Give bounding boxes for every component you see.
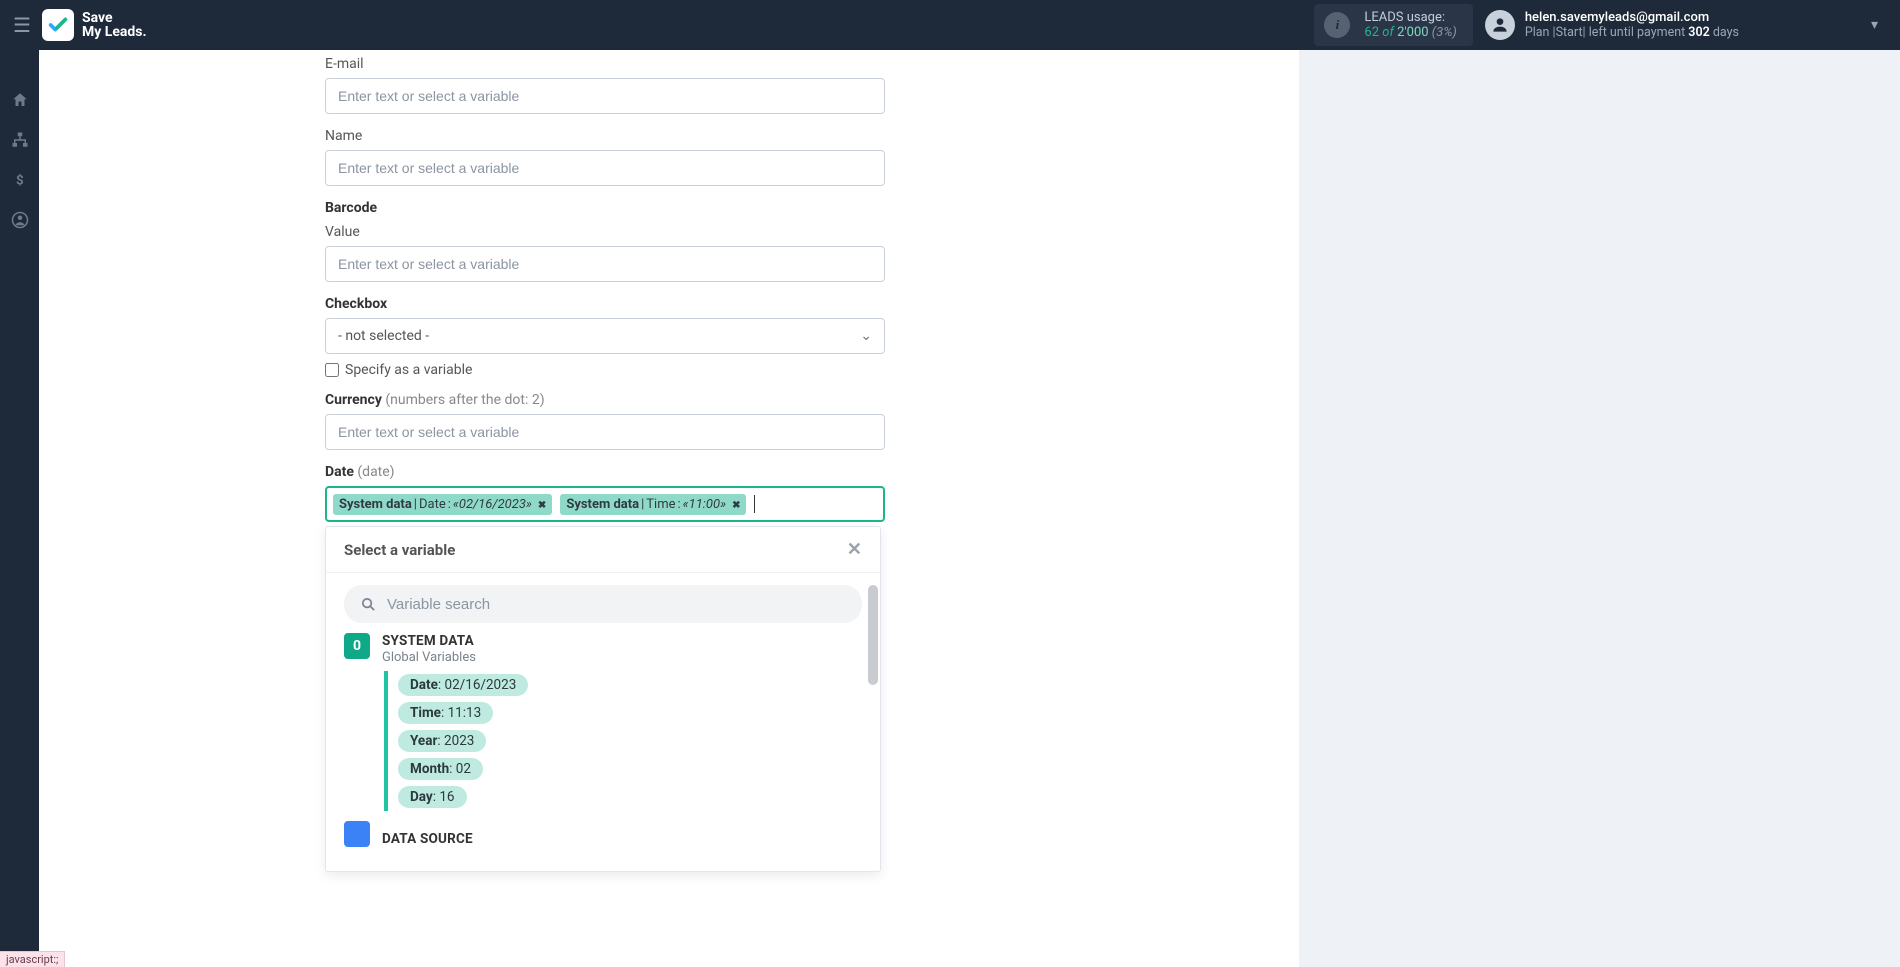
remove-tag-icon[interactable] <box>538 497 546 512</box>
logo[interactable]: Save My Leads. <box>42 9 147 41</box>
specify-variable-checkbox[interactable] <box>325 363 339 377</box>
currency-input[interactable] <box>325 414 885 450</box>
variable-option[interactable]: Date: 02/16/2023 <box>398 674 528 696</box>
group-title: DATA SOURCE <box>382 831 862 847</box>
home-icon <box>11 91 29 109</box>
form-panel: E-mail Name Barcode Value Checkbox <box>39 50 1299 967</box>
sidebar-connections[interactable] <box>0 120 39 160</box>
variable-group: DATA SOURCE <box>344 821 862 847</box>
close-icon[interactable]: ✕ <box>847 539 862 560</box>
info-icon: i <box>1324 12 1350 38</box>
dollar-icon: $ <box>12 172 28 188</box>
sitemap-icon <box>11 131 29 149</box>
variable-option[interactable]: Year: 2023 <box>398 730 486 752</box>
usage-widget[interactable]: i LEADS usage: 62 of 2'000 (3%) <box>1314 4 1472 46</box>
variable-search[interactable] <box>344 585 862 623</box>
sidebar: $ <box>0 50 39 967</box>
name-label: Name <box>325 128 885 144</box>
sidebar-home[interactable] <box>0 80 39 120</box>
variable-dropdown: Select a variable ✕ 0 SYSTEM DATA <box>325 526 881 872</box>
usage-values: 62 of 2'000 (3%) <box>1364 25 1456 40</box>
chevron-down-icon[interactable]: ▾ <box>1751 17 1878 33</box>
search-icon <box>360 596 377 613</box>
currency-label: Currency (numbers after the dot: 2) <box>325 392 885 408</box>
specify-variable-label: Specify as a variable <box>345 362 472 378</box>
user-circle-icon <box>11 211 29 229</box>
value-label: Value <box>325 224 885 240</box>
sidebar-account[interactable] <box>0 200 39 240</box>
chevron-down-icon: ⌄ <box>860 328 872 344</box>
date-label: Date (date) <box>325 464 885 480</box>
account-email: helen.savemyleads@gmail.com <box>1525 10 1739 26</box>
group-badge <box>344 821 370 847</box>
logo-mark <box>42 9 74 41</box>
account-plan: Plan |Start| left until payment 302 days <box>1525 25 1739 40</box>
account-menu[interactable]: helen.savemyleads@gmail.com Plan |Start|… <box>1485 10 1739 41</box>
checkbox-select-value: - not selected - <box>338 328 429 344</box>
dropdown-title: Select a variable <box>344 541 455 559</box>
group-title: SYSTEM DATA <box>382 633 862 649</box>
date-input[interactable]: System data | Date: «02/16/2023» System … <box>325 486 885 522</box>
main: E-mail Name Barcode Value Checkbox <box>39 50 1900 967</box>
avatar <box>1485 10 1515 40</box>
usage-label: LEADS usage: <box>1364 10 1456 25</box>
variable-option[interactable]: Day: 16 <box>398 786 467 808</box>
barcode-heading: Barcode <box>325 200 885 216</box>
variable-option[interactable]: Time: 11:13 <box>398 702 493 724</box>
variable-search-input[interactable] <box>387 596 846 613</box>
menu-toggle-icon[interactable]: ☰ <box>8 11 36 39</box>
remove-tag-icon[interactable] <box>732 497 740 512</box>
sidebar-billing[interactable]: $ <box>0 160 39 200</box>
svg-text:$: $ <box>16 174 24 188</box>
status-bar: javascript:; <box>0 951 65 967</box>
email-label: E-mail <box>325 56 885 72</box>
specify-variable-row[interactable]: Specify as a variable <box>325 362 885 378</box>
logo-text: Save My Leads. <box>82 11 147 39</box>
group-subtitle: Global Variables <box>382 650 862 665</box>
variable-option[interactable]: Month: 02 <box>398 758 483 780</box>
email-input[interactable] <box>325 78 885 114</box>
checkbox-select[interactable]: - not selected - ⌄ <box>325 318 885 354</box>
check-icon <box>47 14 69 36</box>
dropdown-body: 0 SYSTEM DATA Global Variables Date: 02/… <box>326 633 880 871</box>
variable-tag: System data | Time: «11:00» <box>560 494 746 515</box>
variable-tag: System data | Date: «02/16/2023» <box>333 494 552 515</box>
value-input[interactable] <box>325 246 885 282</box>
topbar: ☰ Save My Leads. i LEADS usage: 62 <box>0 0 1900 50</box>
user-icon <box>1490 15 1510 35</box>
group-badge: 0 <box>344 633 370 659</box>
text-cursor <box>754 495 755 513</box>
checkbox-heading: Checkbox <box>325 296 885 312</box>
name-input[interactable] <box>325 150 885 186</box>
variable-group: 0 SYSTEM DATA Global Variables Date: 02/… <box>344 633 862 811</box>
